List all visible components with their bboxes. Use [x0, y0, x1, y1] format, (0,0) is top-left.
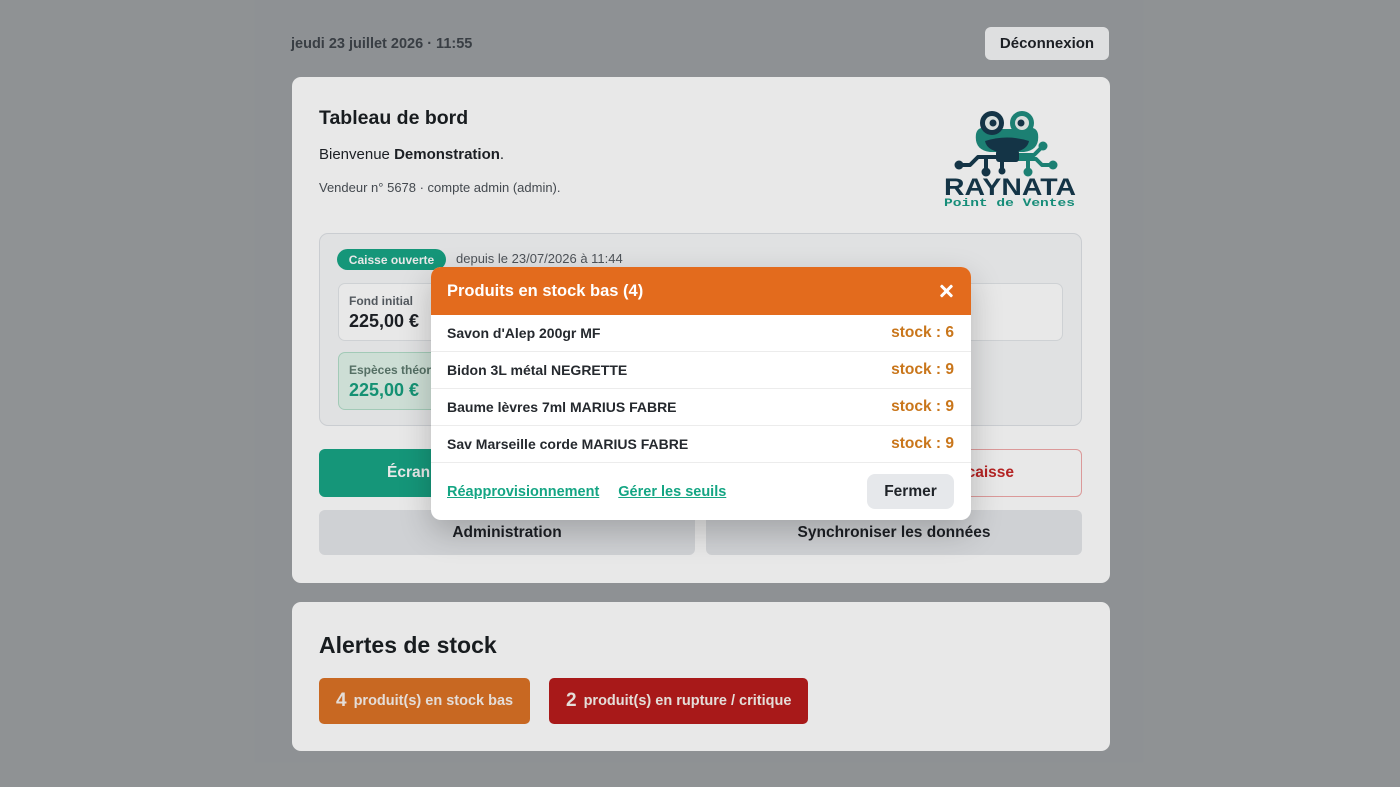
- modal-footer: Réapprovisionnement Gérer les seuils Fer…: [431, 463, 971, 520]
- product-name: Baume lèvres 7ml MARIUS FABRE: [447, 399, 677, 415]
- product-name: Sav Marseille corde MARIUS FABRE: [447, 436, 689, 452]
- list-item: Sav Marseille corde MARIUS FABRE stock :…: [431, 426, 971, 463]
- modal-title: Produits en stock bas (4): [447, 281, 644, 300]
- product-name: Savon d'Alep 200gr MF: [447, 325, 601, 341]
- close-modal-button[interactable]: Fermer: [867, 474, 954, 509]
- product-stock: stock : 9: [891, 361, 954, 378]
- product-stock: stock : 6: [891, 324, 954, 341]
- product-stock: stock : 9: [891, 435, 954, 452]
- low-stock-modal: Produits en stock bas (4) Savon d'Alep 2…: [431, 267, 971, 520]
- manage-thresholds-link[interactable]: Gérer les seuils: [618, 484, 726, 500]
- close-icon[interactable]: [939, 284, 953, 298]
- restock-link[interactable]: Réapprovisionnement: [447, 484, 599, 500]
- modal-header: Produits en stock bas (4): [431, 267, 971, 315]
- list-item: Bidon 3L métal NEGRETTE stock : 9: [431, 352, 971, 389]
- list-item: Baume lèvres 7ml MARIUS FABRE stock : 9: [431, 389, 971, 426]
- product-name: Bidon 3L métal NEGRETTE: [447, 362, 628, 378]
- product-stock: stock : 9: [891, 398, 954, 415]
- list-item: Savon d'Alep 200gr MF stock : 6: [431, 315, 971, 352]
